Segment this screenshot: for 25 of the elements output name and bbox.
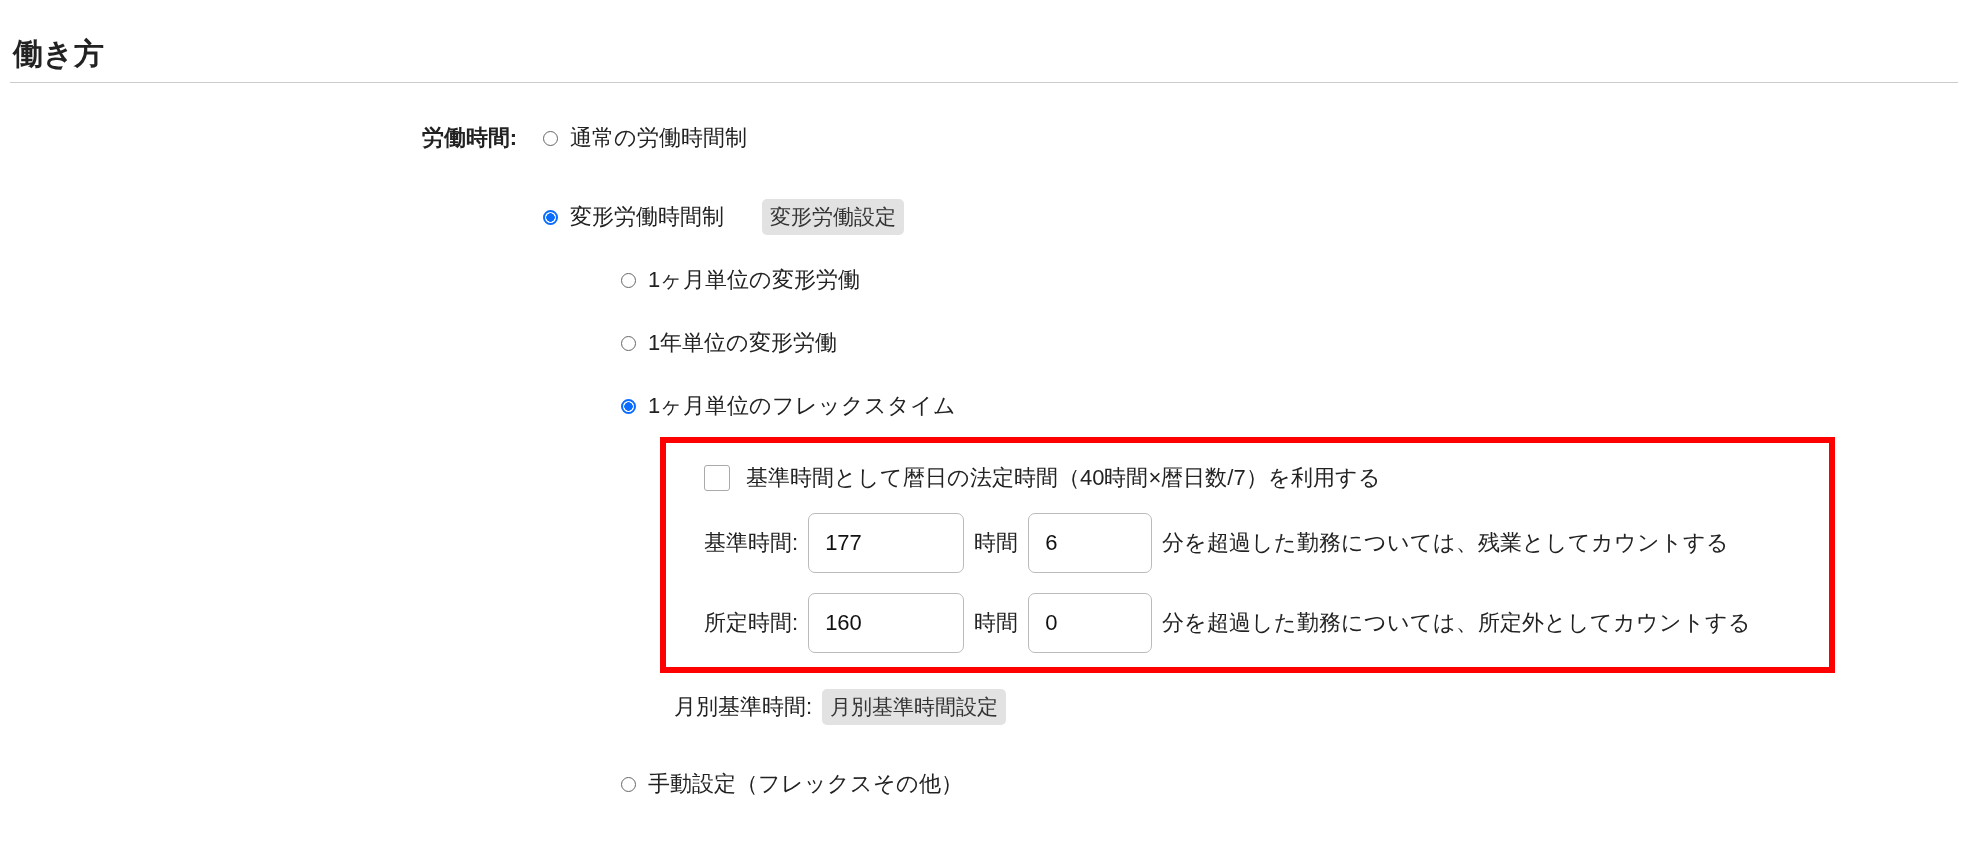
checkbox-label[interactable]: 基準時間として暦日の法定時間（40時間×暦日数/7）を利用する: [746, 463, 1381, 493]
field-label: 基準時間:: [704, 529, 799, 557]
radio-button[interactable]: [621, 398, 636, 414]
unit-label: 時間: [974, 529, 1019, 557]
hours-field[interactable]: 177: [808, 513, 965, 573]
settings-button[interactable]: 変形労働設定: [762, 199, 904, 235]
radio-button[interactable]: [543, 209, 558, 225]
radio-label[interactable]: 変形労働時間制: [570, 202, 724, 232]
minutes-field[interactable]: 6: [1028, 513, 1153, 573]
field-label: 所定時間:: [704, 609, 799, 637]
field-label: 労働時間:: [420, 124, 517, 152]
radio-label[interactable]: 手動設定（フレックスその他）: [648, 769, 963, 799]
radio-label[interactable]: 1年単位の変形労働: [648, 328, 838, 358]
radio-label[interactable]: 1ヶ月単位の変形労働: [648, 265, 861, 295]
settings-button[interactable]: 月別基準時間設定: [822, 689, 1007, 725]
radio-label[interactable]: 通常の労働時間制: [570, 123, 747, 153]
radio-label[interactable]: 1ヶ月単位のフレックスタイム: [648, 391, 957, 421]
hours-field[interactable]: 160: [808, 593, 965, 653]
field-note: 分を超過した勤務については、残業としてカウントする: [1162, 529, 1730, 557]
checkbox[interactable]: [704, 465, 730, 491]
unit-label: 時間: [974, 609, 1019, 637]
field-label: 月別基準時間:: [674, 693, 813, 721]
field-note: 分を超過した勤務については、所定外としてカウントする: [1162, 609, 1752, 637]
section-title: 働き方: [11, 36, 105, 72]
minutes-field[interactable]: 0: [1028, 593, 1153, 653]
